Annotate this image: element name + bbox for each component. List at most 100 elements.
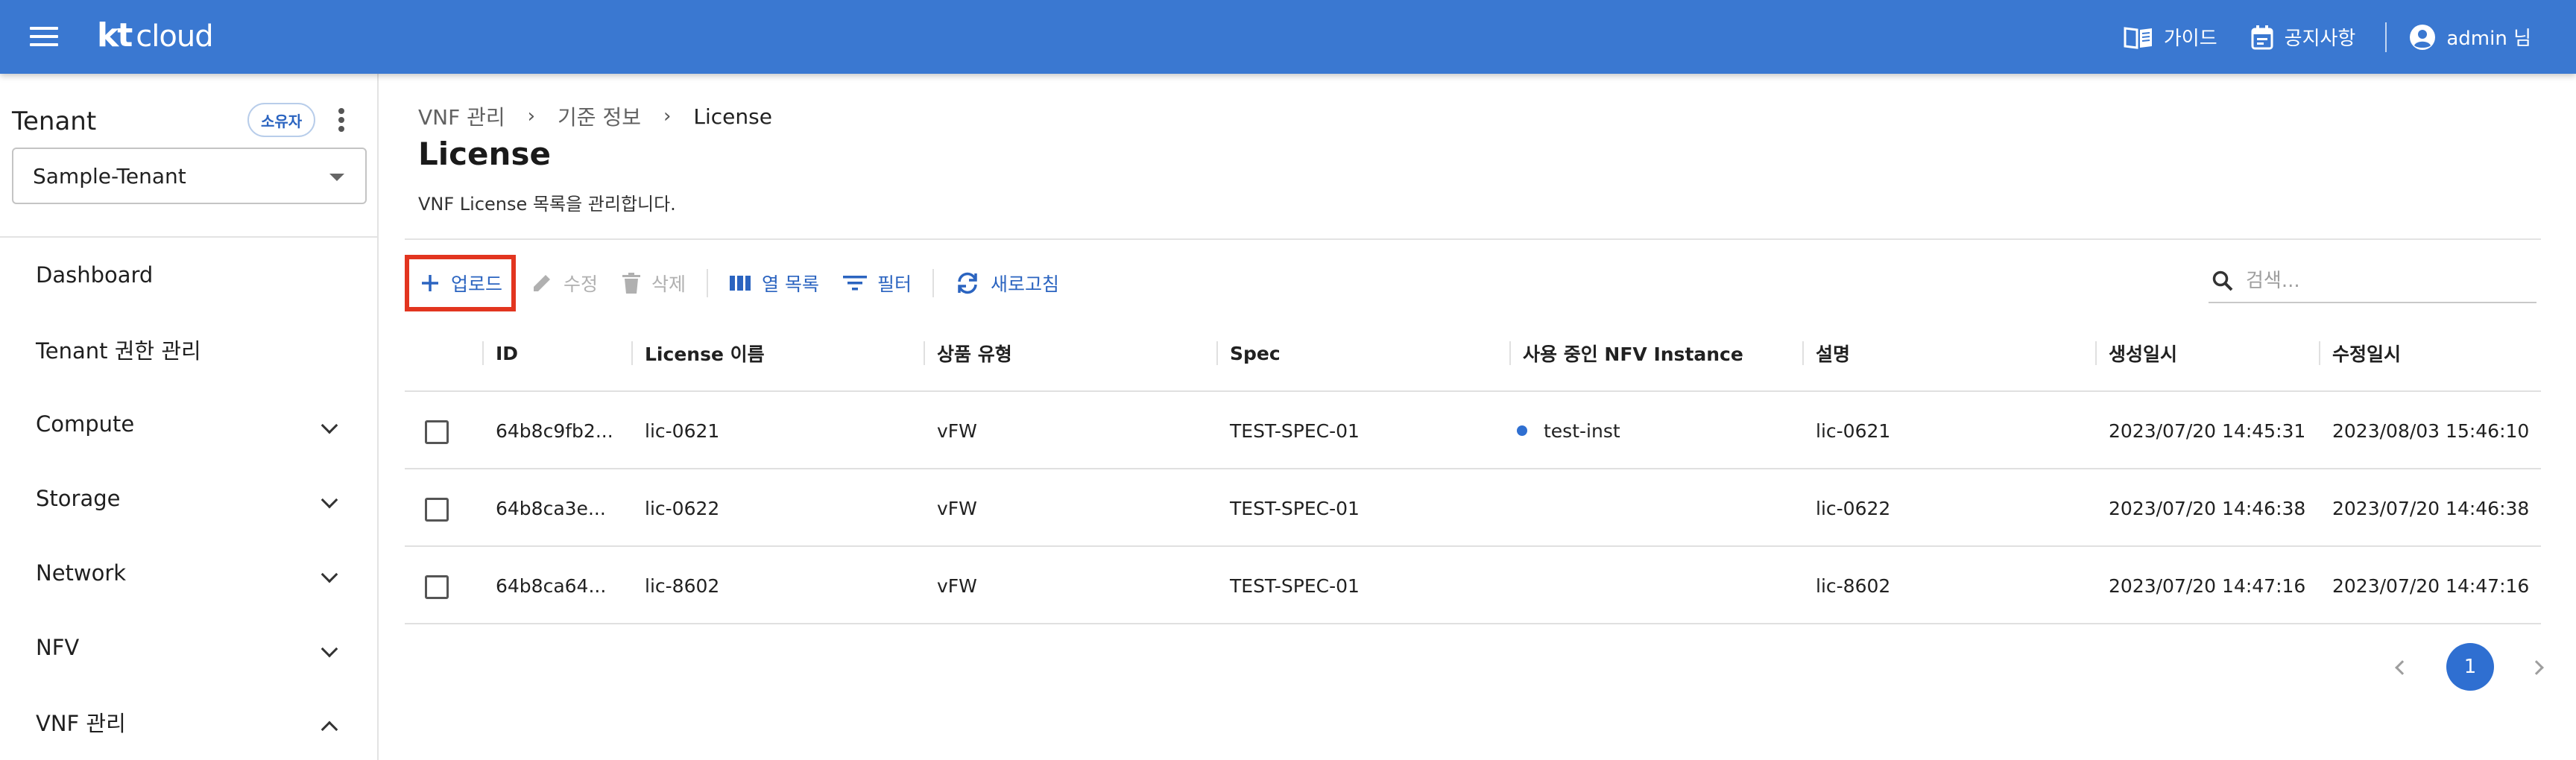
- column-header-updated-at[interactable]: 수정일시: [2319, 314, 2402, 392]
- cell-nfv-instance[interactable]: test-inst: [1517, 392, 1620, 469]
- row-checkbox[interactable]: [425, 498, 449, 522]
- cell-spec: TEST-SPEC-01: [1230, 497, 1360, 519]
- row-checkbox[interactable]: [425, 575, 449, 599]
- cell-created-at: 2023/07/20 14:46:38: [2109, 497, 2306, 519]
- row-checkbox[interactable]: [425, 420, 449, 444]
- cell-description: lic-0622: [1816, 497, 1891, 519]
- chevron-down-icon: [321, 491, 338, 509]
- column-header-id[interactable]: ID: [482, 314, 519, 392]
- cell-id: 64b8ca64...: [496, 574, 607, 597]
- column-separator: [2319, 341, 2320, 365]
- cell-license-name: lic-0622: [645, 497, 720, 519]
- edit-button[interactable]: 수정: [519, 261, 610, 305]
- column-header-label: License 이름: [645, 343, 765, 365]
- column-separator: [1216, 341, 1218, 365]
- breadcrumb-item-vnf-management[interactable]: VNF 관리: [418, 101, 505, 131]
- sidebar-item-storage[interactable]: Storage: [0, 461, 379, 536]
- license-table: ID License 이름 상품 유형 Spec 사용 중인 NFV Insta…: [405, 314, 2541, 624]
- column-header-label: ID: [496, 342, 519, 364]
- sidebar-item-label: Storage: [36, 486, 121, 511]
- upload-label: 업로드: [451, 273, 503, 295]
- toolbar-divider: [932, 269, 935, 297]
- cell-id: 64b8ca3e...: [496, 497, 606, 519]
- notice-label: 공지사항: [2284, 28, 2356, 50]
- column-header-product-type[interactable]: 상품 유형: [924, 314, 1012, 392]
- column-header-label: 사용 중인 NFV Instance: [1523, 343, 1743, 365]
- page-description: VNF License 목록을 관리합니다.: [418, 194, 676, 215]
- tenant-title: Tenant: [12, 107, 97, 136]
- filter-label: 필터: [877, 273, 912, 295]
- page-button-current[interactable]: 1: [2446, 643, 2494, 691]
- upload-button[interactable]: 업로드: [405, 255, 517, 311]
- sidebar-item-vnf-management[interactable]: VNF 관리: [0, 685, 379, 759]
- breadcrumb-item-reference-info[interactable]: 기준 정보: [558, 101, 641, 131]
- page-title: License: [418, 136, 551, 172]
- cell-license-name: lic-8602: [645, 574, 720, 597]
- cell-created-at: 2023/07/20 14:45:31: [2109, 419, 2306, 442]
- view-column-icon: [730, 276, 751, 291]
- cell-description: lic-8602: [1816, 574, 1891, 597]
- delete-button[interactable]: 삭제: [610, 261, 698, 305]
- logo-cloud-text: cloud: [136, 19, 213, 54]
- filter-list-icon: [843, 276, 867, 291]
- cell-id: 64b8c9fb2...: [496, 419, 613, 442]
- more-vert-icon[interactable]: [334, 107, 349, 133]
- kt-cloud-logo[interactable]: kt cloud: [97, 16, 214, 58]
- column-header-spec[interactable]: Spec: [1216, 314, 1281, 392]
- hamburger-menu-icon[interactable]: [30, 25, 63, 48]
- cell-updated-at: 2023/07/20 14:46:38: [2332, 497, 2530, 519]
- top-actions: 가이드 공지사항 admin 님: [2124, 0, 2531, 74]
- guide-label: 가이드: [2163, 28, 2217, 50]
- column-separator: [1509, 341, 1511, 365]
- filter-button[interactable]: 필터: [831, 261, 924, 305]
- table-row[interactable]: 64b8c9fb2... lic-0621 vFW TEST-SPEC-01 t…: [405, 392, 2541, 469]
- plus-icon: [422, 275, 438, 291]
- chevron-right-icon: ›: [527, 105, 536, 127]
- cell-updated-at: 2023/07/20 14:47:16: [2332, 574, 2530, 597]
- breadcrumb: VNF 관리 › 기준 정보 › License: [418, 101, 772, 131]
- column-separator: [482, 341, 484, 365]
- toolbar-divider: [707, 269, 709, 297]
- search-input[interactable]: [2246, 270, 2529, 292]
- tenant-select-value: Sample-Tenant: [33, 163, 186, 189]
- notice-link[interactable]: 공지사항: [2250, 23, 2356, 51]
- sidebar: Tenant 소유자 Sample-Tenant Dashboard Tenan…: [0, 74, 379, 760]
- column-separator: [924, 341, 925, 365]
- table-toolbar: 업로드 수정 삭제 열 목록 필터 새로고침: [405, 252, 1071, 314]
- column-header-label: 상품 유형: [937, 343, 1012, 365]
- refresh-label: 새로고침: [991, 273, 1060, 295]
- table-row[interactable]: 64b8ca3e... lic-0622 vFW TEST-SPEC-01 li…: [405, 469, 2541, 547]
- cell-description: lic-0621: [1816, 419, 1891, 442]
- column-header-label: 수정일시: [2332, 343, 2402, 365]
- refresh-icon: [958, 272, 977, 294]
- refresh-button[interactable]: 새로고침: [943, 261, 1071, 305]
- chevron-right-icon[interactable]: [2518, 642, 2563, 691]
- columns-button[interactable]: 열 목록: [717, 261, 831, 305]
- sidebar-item-label: Network: [36, 560, 127, 586]
- chevron-left-icon[interactable]: [2378, 642, 2422, 691]
- account-circle-icon: [2410, 24, 2436, 50]
- sidebar-nav: Dashboard Tenant 권한 관리 Compute Storage N…: [0, 238, 379, 759]
- table-row[interactable]: 64b8ca64... lic-8602 vFW TEST-SPEC-01 li…: [405, 547, 2541, 624]
- column-header-nfv-instance[interactable]: 사용 중인 NFV Instance: [1509, 314, 1743, 392]
- column-header-created-at[interactable]: 생성일시: [2095, 314, 2177, 392]
- column-header-description[interactable]: 설명: [1802, 314, 1850, 392]
- sidebar-item-dashboard[interactable]: Dashboard: [0, 238, 379, 312]
- sidebar-item-nfv[interactable]: NFV: [0, 610, 379, 685]
- tenant-select[interactable]: Sample-Tenant: [12, 148, 367, 204]
- cell-product-type: vFW: [937, 419, 977, 442]
- sidebar-item-network[interactable]: Network: [0, 536, 379, 610]
- logo-kt-text: kt: [97, 16, 133, 54]
- dropdown-arrow-icon: [329, 174, 344, 181]
- edit-label: 수정: [564, 273, 599, 295]
- column-header-label: Spec: [1230, 342, 1281, 364]
- chevron-up-icon: [321, 721, 338, 738]
- user-menu[interactable]: admin 님: [2409, 23, 2531, 51]
- sidebar-item-tenant-permission[interactable]: Tenant 권한 관리: [0, 312, 379, 387]
- pencil-icon: [534, 275, 551, 291]
- search-box: [2209, 260, 2536, 303]
- guide-link[interactable]: 가이드: [2124, 23, 2217, 51]
- column-header-license-name[interactable]: License 이름: [631, 314, 765, 392]
- sidebar-item-compute[interactable]: Compute: [0, 387, 379, 461]
- column-separator: [2095, 341, 2097, 365]
